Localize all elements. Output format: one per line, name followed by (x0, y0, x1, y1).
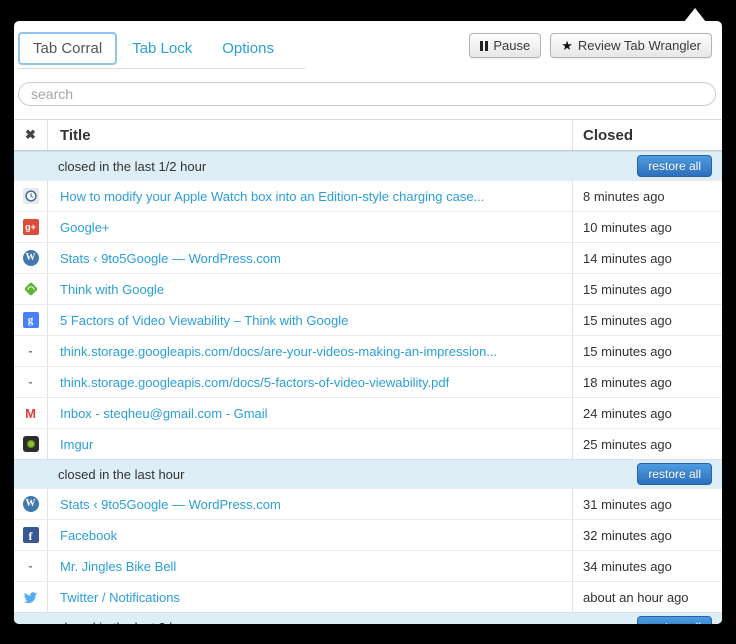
closed-tab-row: W Stats ‹ 9to5Google — WordPress.com 31 mi… (14, 488, 722, 519)
closed-tab-row: f Facebook 32 minutes ago (14, 519, 722, 550)
popup-anchor-arrow (684, 8, 706, 22)
no-favicon-dash: - (14, 551, 48, 581)
tab-title-cell: Think with Google (48, 274, 573, 304)
wordpress-favicon: W (14, 489, 48, 519)
closed-tab-row: -think.storage.googleapis.com/docs/5-fac… (14, 366, 722, 397)
restore-all-button[interactable]: restore all (637, 463, 712, 485)
tab-title-cell: Inbox - steqheu@gmail.com - Gmail (48, 398, 573, 428)
closed-tab-row: M Inbox - steqheu@gmail.com - Gmail 24 min… (14, 397, 722, 428)
table-body: closed in the last 1/2 hourrestore allHo… (14, 151, 722, 624)
group-label: closed in the last 2 hours (58, 620, 637, 625)
review-button-label: Review Tab Wrangler (578, 38, 701, 53)
restore-all-button[interactable]: restore all (637, 616, 712, 624)
closed-tabs-table: ✖ Title Closed closed in the last 1/2 ho… (14, 119, 722, 624)
tab-title-cell: 5 Factors of Video Viewability – Think w… (48, 305, 573, 335)
tab-title-cell: Mr. Jingles Bike Bell (48, 551, 573, 581)
pause-button-label: Pause (493, 38, 530, 53)
closed-time: 34 minutes ago (573, 551, 722, 581)
imgur-favicon (14, 429, 48, 459)
star-icon: ★ (561, 39, 573, 52)
closed-tab-row: g 5 Factors of Video Viewability – Think … (14, 304, 722, 335)
tab-title-cell: Imgur (48, 429, 573, 459)
tab-title-link[interactable]: Mr. Jingles Bike Bell (60, 559, 176, 574)
closed-tab-row: g+ Google+ 10 minutes ago (14, 211, 722, 242)
closed-time: 15 minutes ago (573, 274, 722, 304)
tab-title-cell: think.storage.googleapis.com/docs/5-fact… (48, 367, 573, 397)
title-column-header: Title (48, 120, 573, 150)
clock-favicon (14, 181, 48, 211)
think-google-favicon (14, 274, 48, 304)
tab-title-link[interactable]: Stats ‹ 9to5Google — WordPress.com (60, 497, 281, 512)
closed-tab-row: How to modify your Apple Watch box into … (14, 180, 722, 211)
closed-time: 15 minutes ago (573, 305, 722, 335)
closed-time: 15 minutes ago (573, 336, 722, 366)
tab-title-cell: Facebook (48, 520, 573, 550)
group-header-row: closed in the last 1/2 hourrestore all (14, 151, 722, 180)
group-label: closed in the last 1/2 hour (58, 159, 637, 174)
search-input[interactable] (18, 82, 716, 106)
tab-title-link[interactable]: Stats ‹ 9to5Google — WordPress.com (60, 251, 281, 266)
closed-time: 31 minutes ago (573, 489, 722, 519)
tab-nav: Tab Corral Tab Lock Options (18, 32, 305, 69)
tab-title-link[interactable]: 5 Factors of Video Viewability – Think w… (60, 313, 348, 328)
tab-wrangler-popup: Tab Corral Tab Lock Options Pause ★ Revi… (14, 21, 722, 624)
google-g-favicon: g (14, 305, 48, 335)
tab-title-cell: Stats ‹ 9to5Google — WordPress.com (48, 489, 573, 519)
facebook-favicon: f (14, 520, 48, 550)
tab-options[interactable]: Options (207, 32, 289, 65)
restore-all-button[interactable]: restore all (637, 155, 712, 177)
closed-time: 8 minutes ago (573, 181, 722, 211)
tab-title-link[interactable]: Think with Google (60, 282, 164, 297)
tab-tab-corral[interactable]: Tab Corral (18, 32, 117, 65)
top-bar: Tab Corral Tab Lock Options Pause ★ Revi… (14, 21, 722, 75)
group-header-row: closed in the last 2 hoursrestore all (14, 612, 722, 624)
closed-time: 24 minutes ago (573, 398, 722, 428)
pause-button[interactable]: Pause (469, 33, 541, 58)
close-x-icon: ✖ (25, 127, 36, 143)
closed-time: 14 minutes ago (573, 243, 722, 273)
closed-time: 25 minutes ago (573, 429, 722, 459)
tab-tab-lock[interactable]: Tab Lock (117, 32, 207, 65)
toolbar-actions: Pause ★ Review Tab Wrangler (469, 32, 712, 58)
closed-time: 32 minutes ago (573, 520, 722, 550)
closed-tab-row: Imgur 25 minutes ago (14, 428, 722, 459)
review-tab-wrangler-button[interactable]: ★ Review Tab Wrangler (550, 33, 712, 58)
tab-title-link[interactable]: Twitter / Notifications (60, 590, 180, 605)
tab-title-link[interactable]: think.storage.googleapis.com/docs/are-yo… (60, 344, 497, 359)
closed-tab-row: Think with Google 15 minutes ago (14, 273, 722, 304)
googleplus-favicon: g+ (14, 212, 48, 242)
group-header-row: closed in the last hourrestore all (14, 459, 722, 488)
closed-tab-row: -think.storage.googleapis.com/docs/are-y… (14, 335, 722, 366)
group-label: closed in the last hour (58, 467, 637, 482)
twitter-favicon (14, 582, 48, 612)
gmail-favicon: M (14, 398, 48, 428)
tab-title-cell: Stats ‹ 9to5Google — WordPress.com (48, 243, 573, 273)
closed-time: about an hour ago (573, 582, 722, 612)
tab-title-link[interactable]: Google+ (60, 220, 110, 235)
tab-title-link[interactable]: How to modify your Apple Watch box into … (60, 189, 484, 204)
table-header-row: ✖ Title Closed (14, 120, 722, 151)
pause-icon (480, 41, 488, 51)
closed-tab-row: W Stats ‹ 9to5Google — WordPress.com 14 mi… (14, 242, 722, 273)
search-area (14, 75, 722, 106)
tab-title-link[interactable]: think.storage.googleapis.com/docs/5-fact… (60, 375, 449, 390)
tab-title-cell: think.storage.googleapis.com/docs/are-yo… (48, 336, 573, 366)
tab-title-cell: Google+ (48, 212, 573, 242)
tab-title-cell: How to modify your Apple Watch box into … (48, 181, 573, 211)
closed-time: 18 minutes ago (573, 367, 722, 397)
no-favicon-dash: - (14, 336, 48, 366)
tab-title-link[interactable]: Imgur (60, 437, 93, 452)
tab-title-link[interactable]: Inbox - steqheu@gmail.com - Gmail (60, 406, 268, 421)
close-column-header: ✖ (14, 120, 48, 150)
wordpress-favicon: W (14, 243, 48, 273)
tab-title-cell: Twitter / Notifications (48, 582, 573, 612)
closed-time: 10 minutes ago (573, 212, 722, 242)
closed-tab-row: Twitter / Notifications about an hour ago (14, 581, 722, 612)
closed-tab-row: -Mr. Jingles Bike Bell 34 minutes ago (14, 550, 722, 581)
closed-column-header: Closed (573, 120, 722, 150)
tab-title-link[interactable]: Facebook (60, 528, 117, 543)
no-favicon-dash: - (14, 367, 48, 397)
